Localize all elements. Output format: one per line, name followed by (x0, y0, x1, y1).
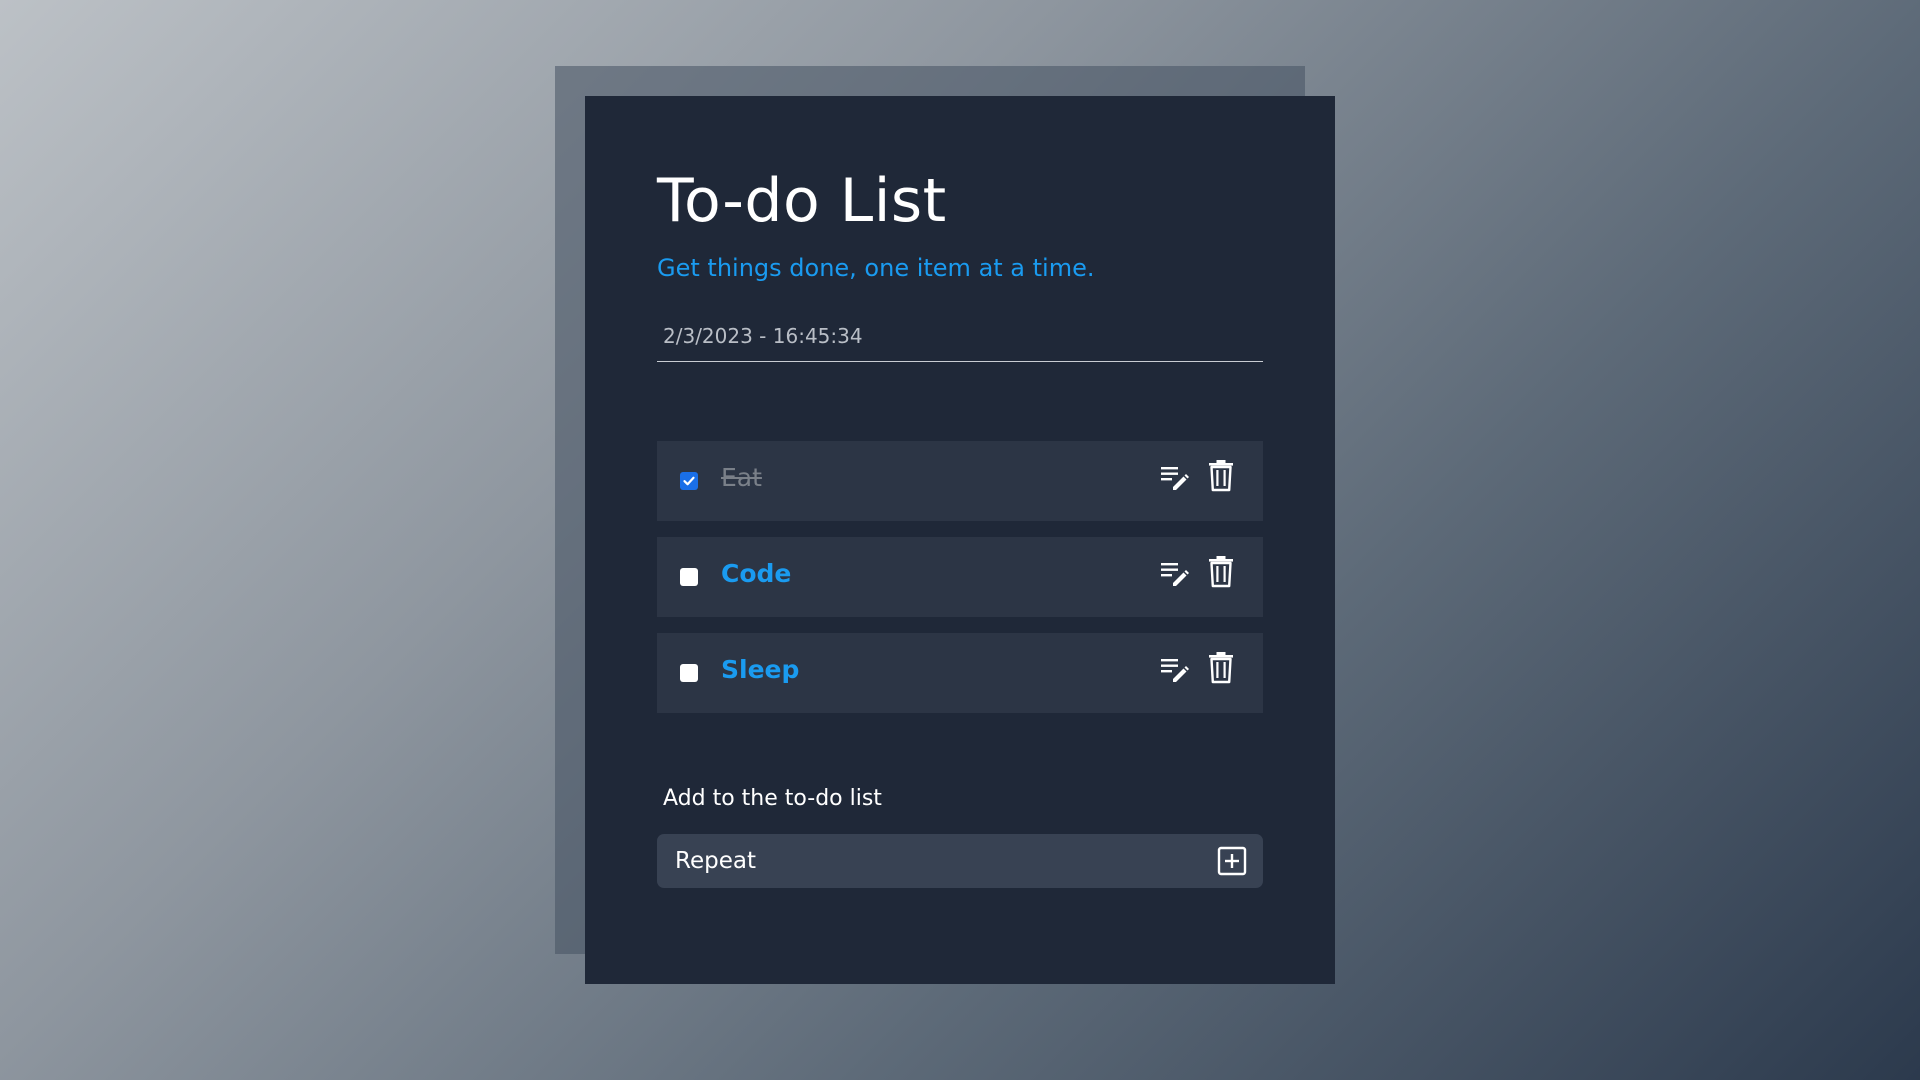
todo-item-text: Code (721, 559, 792, 588)
trash-icon[interactable] (1207, 460, 1235, 492)
checkmark-icon (683, 476, 695, 486)
edit-list-icon[interactable] (1160, 463, 1190, 493)
trash-icon[interactable] (1207, 652, 1235, 684)
todo-checkbox[interactable] (680, 664, 698, 682)
todo-item-text: Sleep (721, 655, 800, 684)
add-item-input[interactable] (657, 834, 1197, 888)
todo-item: Eat (657, 441, 1263, 521)
add-item-form (657, 834, 1263, 888)
todo-checkbox[interactable] (680, 568, 698, 586)
edit-list-icon[interactable] (1160, 559, 1190, 589)
plus-square-icon[interactable] (1217, 846, 1247, 876)
add-item-label: Add to the to-do list (663, 786, 882, 811)
trash-icon[interactable] (1207, 556, 1235, 588)
page-title: To-do List (657, 166, 947, 236)
todo-item: Code (657, 537, 1263, 617)
datetime-display: 2/3/2023 - 16:45:34 (657, 324, 1263, 362)
todo-list: Eat Code Sleep (657, 441, 1263, 729)
todo-card: To-do List Get things done, one item at … (585, 96, 1335, 984)
todo-item-text: Eat (721, 463, 762, 492)
page-subtitle: Get things done, one item at a time. (657, 254, 1095, 282)
todo-checkbox[interactable] (680, 472, 698, 490)
todo-item: Sleep (657, 633, 1263, 713)
edit-list-icon[interactable] (1160, 655, 1190, 685)
